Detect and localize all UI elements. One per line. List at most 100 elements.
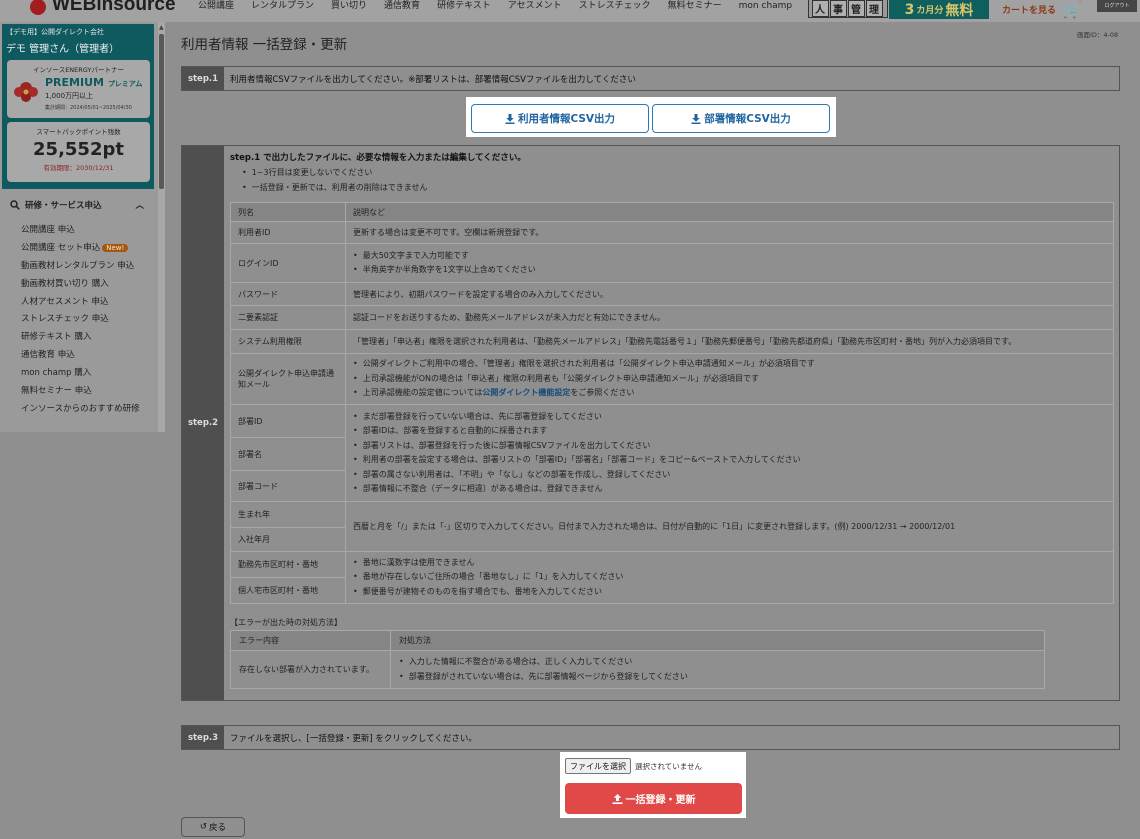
step3-text: ファイルを選択し、[一括登録・更新] をクリックしてください。 — [230, 733, 477, 744]
col-name: システム利用権限 — [230, 329, 346, 354]
error-section-title: 【エラーが出た時の対処方法】 — [230, 618, 342, 627]
table-header-row: 列名 説明など — [230, 202, 1114, 222]
column-spec-table: 列名 説明など 利用者ID 更新する場合は変更不可です。空欄は新規登録です。 ロ… — [230, 202, 1114, 604]
sidebar-item-public-course[interactable]: 公開講座 申込 — [21, 224, 140, 242]
error-action: 入力した情報に不整合がある場合は、正しく入力してください 部署登録がされていない… — [390, 650, 1045, 689]
cart-link[interactable]: カートを見る 🛒 — [1002, 0, 1082, 19]
premium-period: 集計期間：2024/05/01~2025/04/30 — [45, 105, 132, 111]
search-icon — [10, 200, 20, 210]
table-row: ログインID 最大50文字まで入力可能です 半角英字か半角数字を1文字以上含めて… — [230, 243, 1114, 283]
action-item: 部署登録がされていない場合は、先に部署情報ページから登録をしてください — [399, 670, 1036, 685]
company-name: 【デモ用】公開ダイレクト会社 — [6, 28, 104, 36]
premium-amount: 1,000万円以上 — [45, 92, 94, 100]
error-header-content: エラー内容 — [230, 630, 391, 651]
col-header-name: 列名 — [230, 202, 346, 222]
col-desc: 番地に漢数字は使用できません 番地が存在しないご住所の場合「番地なし」に「1」を… — [345, 551, 1114, 604]
step2-intro-block: step.1 で出力したファイルに、必要な情報を入力または編集してください。 1… — [230, 151, 1115, 195]
step3-bar: step.3 ファイルを選択し、[一括登録・更新] をクリックしてください。 — [181, 725, 1120, 750]
nav-mon-champ[interactable]: mon champ — [739, 0, 793, 13]
col-desc: 更新する場合は変更不可です。空欄は新規登録です。 — [345, 221, 1114, 244]
desc-item: 公開ダイレクトご利用中の場合、「管理者」権限を選択された利用者は「公開ダイレクト… — [353, 357, 1106, 372]
step1-label: step.1 — [182, 67, 224, 90]
upload-icon — [612, 793, 622, 804]
nav-stress-check[interactable]: ストレスチェック — [579, 0, 651, 13]
new-badge: New! — [102, 243, 129, 252]
file-select-button[interactable]: ファイルを選択 — [565, 758, 631, 774]
desc-item: 部署の属さない利用者は、「不明」や「なし」などの部署を作成し、登録してください — [353, 468, 1106, 483]
desc-item: まだ部署登録を行っていない場合は、先に部署登録をしてください — [353, 410, 1106, 425]
points-value: 25,552pt — [33, 139, 124, 160]
col-name: 部署ID — [230, 404, 346, 438]
col-name: 公開ダイレクト申込申請通知メール — [230, 353, 346, 405]
hr-management-banner[interactable]: 人事管理 — [808, 0, 888, 18]
table-row: システム利用権限 「管理者」「申込者」権限を選択された利用者は、「勤務先メールア… — [230, 329, 1114, 354]
sidebar-item-assessment[interactable]: 人材アセスメント 申込 — [21, 296, 140, 314]
col-desc: 西暦と月を「/」または「-」区切りで入力してください。日付まで入力された場合は、… — [345, 501, 1114, 552]
upload-area: ファイルを選択 選択されていません 一括登録・更新 — [560, 752, 746, 818]
sidebar-item-free-seminar[interactable]: 無料セミナー 申込 — [21, 385, 140, 403]
step2-label: step.2 — [182, 146, 224, 700]
site-logo[interactable]: WEBinsource — [30, 0, 176, 16]
sidebar-item-stress-check[interactable]: ストレスチェック 申込 — [21, 313, 140, 331]
step3-label: step.3 — [182, 726, 224, 749]
col-name: 勤務先市区町村・番地 — [230, 551, 346, 578]
nav-training-text[interactable]: 研修テキスト — [437, 0, 491, 13]
sidebar-item-course-set[interactable]: 公開講座 セット申込 New! — [21, 242, 140, 260]
desc-item: 最大50文字まで入力可能です — [353, 249, 1106, 264]
col-desc: 最大50文字まで入力可能です 半角英字か半角数字を1文字以上含めてください — [345, 243, 1114, 283]
error-content: 存在しない部署が入力されています。 — [230, 650, 391, 689]
sidebar-item-video-rental[interactable]: 動画教材レンタルプラン 申込 — [21, 260, 140, 278]
page-title: 利用者情報 一括登録・更新 — [181, 37, 348, 53]
user-name: デモ 管理さん（管理者） — [6, 44, 120, 55]
points-label: スマートパックポイント残数 — [36, 128, 121, 136]
col-desc: 公開ダイレクトご利用中の場合、「管理者」権限を選択された利用者は「公開ダイレクト… — [345, 353, 1114, 405]
points-expiry: 有効期限：2030/12/31 — [43, 164, 114, 172]
nav-rental-plan[interactable]: レンタルプラン — [251, 0, 314, 13]
col-name: 入社年月 — [230, 527, 346, 552]
sidebar-item-mon-champ[interactable]: mon champ 購入 — [21, 367, 140, 385]
col-header-desc: 説明など — [345, 202, 1114, 222]
error-table: エラー内容 対処方法 存在しない部署が入力されています。 入力した情報に不整合が… — [230, 630, 1045, 689]
table-row: 生まれ年 西暦と月を「/」または「-」区切りで入力してください。日付まで入力され… — [230, 501, 1114, 552]
back-button[interactable]: ↺ 戻る — [181, 817, 245, 837]
file-status: 選択されていません — [635, 762, 703, 771]
sidebar-scroll-thumb[interactable] — [159, 34, 164, 189]
sidebar-item-correspondence[interactable]: 通信教育 申込 — [21, 349, 140, 367]
flower-icon — [14, 82, 38, 102]
scroll-up-icon[interactable]: ▲ — [159, 24, 164, 31]
global-nav: 公開講座 レンタルプラン 買い切り 通信教育 研修テキスト アセスメント ストレ… — [198, 0, 792, 13]
sidebar-item-recommended[interactable]: インソースからのおすすめ研修 — [21, 403, 140, 421]
direct-settings-link[interactable]: 公開ダイレクト機能設定 — [482, 388, 570, 397]
col-name: ログインID — [230, 243, 346, 283]
export-buttons: 利用者情報CSV出力 部署情報CSV出力 — [466, 97, 836, 137]
promo-banner[interactable]: 3 カ月分 無料 — [889, 0, 989, 19]
table-row: 公開ダイレクト申込申請通知メール 公開ダイレクトご利用中の場合、「管理者」権限を… — [230, 353, 1114, 405]
desc-item: 上司承認機能の設定値については公開ダイレクト機能設定をご参照ください — [353, 386, 1106, 401]
nav-public-course[interactable]: 公開講座 — [198, 0, 234, 13]
desc-item: 部署リストは、部署登録を行った後に部署情報CSVファイルを出力してください — [353, 439, 1106, 454]
nav-free-seminar[interactable]: 無料セミナー — [668, 0, 722, 13]
col-desc: まだ部署登録を行っていない場合は、先に部署登録をしてください 部署IDは、部署を… — [345, 404, 1114, 502]
top-header: WEBinsource 公開講座 レンタルプラン 買い切り 通信教育 研修テキス… — [0, 0, 1140, 22]
col-desc: 管理者により、初期パスワードを設定する場合のみ入力してください。 — [345, 282, 1114, 306]
action-item: 入力した情報に不整合がある場合は、正しく入力してください — [399, 655, 1036, 670]
export-user-csv-button[interactable]: 利用者情報CSV出力 — [471, 104, 649, 133]
col-name: 二要素認証 — [230, 305, 346, 330]
step2-panel: step.2 step.1 で出力したファイルに、必要な情報を入力または編集して… — [181, 145, 1120, 701]
export-dept-csv-button[interactable]: 部署情報CSV出力 — [652, 104, 830, 133]
nav-assessment[interactable]: アセスメント — [508, 0, 562, 13]
sidebar-item-video-purchase[interactable]: 動画教材買い切り 購入 — [21, 278, 140, 296]
logo-mark-icon — [30, 0, 46, 15]
logout-button[interactable]: ログアウト — [1097, 0, 1137, 12]
col-name: 利用者ID — [230, 221, 346, 244]
col-name: 生まれ年 — [230, 501, 346, 528]
nav-purchase[interactable]: 買い切り — [331, 0, 367, 13]
bulk-register-button[interactable]: 一括登録・更新 — [565, 783, 742, 814]
sidebar-item-training-text[interactable]: 研修テキスト 購入 — [21, 331, 140, 349]
nav-correspondence[interactable]: 通信教育 — [384, 0, 420, 13]
points-box: スマートパックポイント残数 25,552pt 有効期限：2030/12/31 — [7, 122, 150, 182]
step1-text: 利用者情報CSVファイルを出力してください。※部署リストは、部署情報CSVファイ… — [230, 74, 636, 85]
step1-bar: step.1 利用者情報CSVファイルを出力してください。※部署リストは、部署情… — [181, 66, 1120, 91]
service-menu-header[interactable]: 研修・サービス申込 ︿ — [10, 199, 150, 211]
chevron-up-icon[interactable]: ︿ — [135, 199, 144, 211]
